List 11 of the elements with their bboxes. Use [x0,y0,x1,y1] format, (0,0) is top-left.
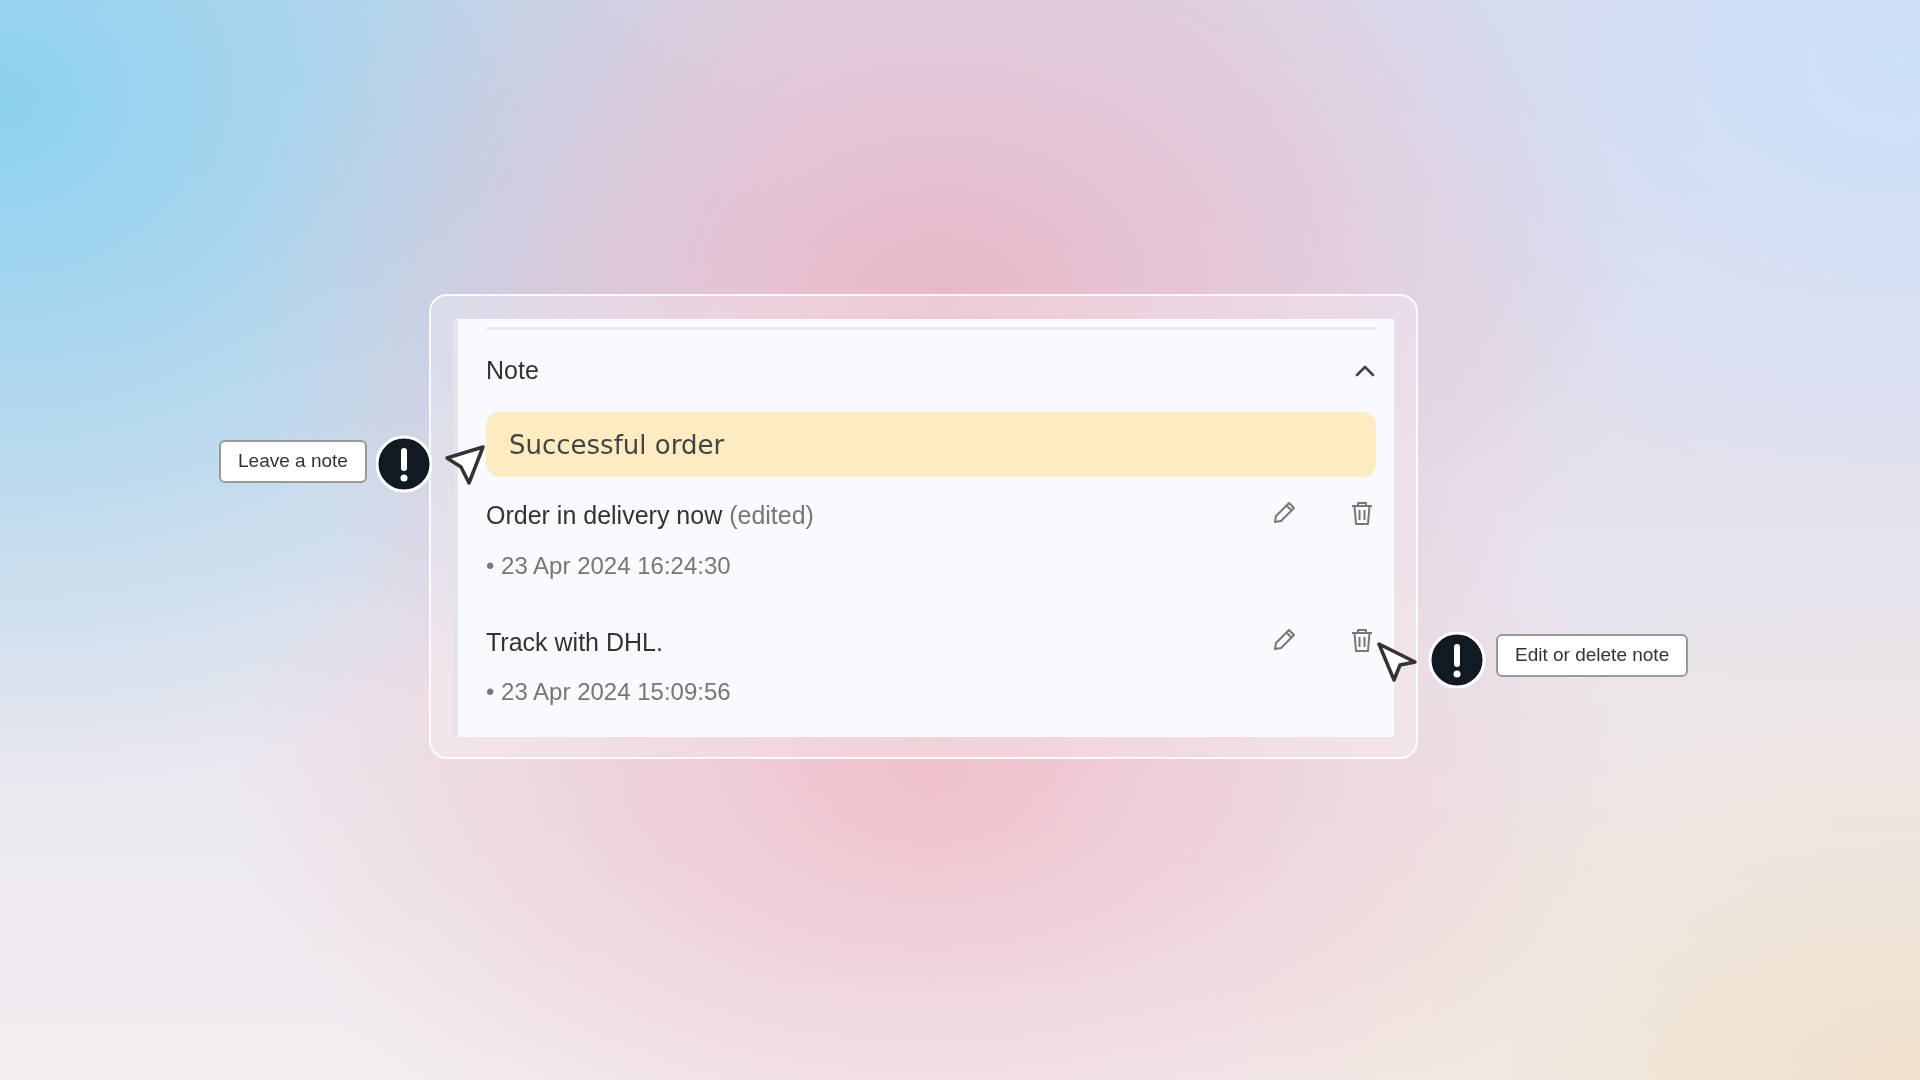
callout-label: Leave a note [219,440,367,483]
collapse-chevron-icon[interactable] [1354,364,1376,378]
note-text: Order in delivery now (edited) [486,500,814,531]
note-date: • 23 Apr 2024 16:24:30 [486,550,732,581]
exclamation-icon [375,435,433,493]
section-title: Note [486,355,539,387]
note-text: Track with DHL. [486,626,664,658]
callout-label: Edit or delete note [1496,634,1689,677]
exclamation-icon [1428,631,1486,689]
note-input-field[interactable]: Successful order [486,412,1376,477]
note-date: • 23 Apr 2024 15:09:56 [486,677,731,707]
